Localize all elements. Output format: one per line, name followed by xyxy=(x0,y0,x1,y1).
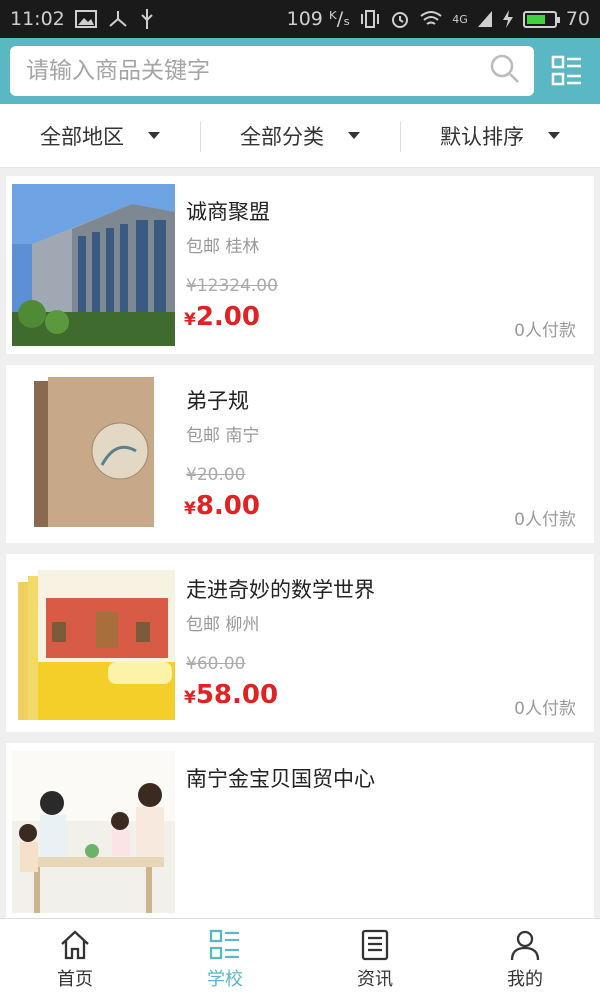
product-thumbnail[interactable] xyxy=(12,562,175,724)
user-icon xyxy=(510,930,540,961)
currency-symbol: ¥ xyxy=(184,499,196,519)
grid-list-icon xyxy=(551,55,581,86)
charging-icon xyxy=(502,9,514,29)
news-icon xyxy=(361,929,389,961)
paid-count: 0人付款 xyxy=(514,321,576,341)
original-price: ¥12324.00 xyxy=(186,276,278,296)
search-box[interactable] xyxy=(10,46,534,96)
bottom-tab-bar: 首页 学校 资讯 我的 xyxy=(0,918,600,1000)
caret-down-icon xyxy=(148,132,160,139)
tab-label: 首页 xyxy=(57,969,93,990)
product-price: ¥58.00 xyxy=(184,680,278,710)
signal-label: 4G xyxy=(452,12,468,26)
tab-news[interactable]: 资讯 xyxy=(300,919,450,1000)
share-icon xyxy=(107,9,129,29)
category-grid-button[interactable] xyxy=(548,52,586,90)
product-price: ¥8.00 xyxy=(184,491,260,521)
status-bar: 11:02 109 ᴷ/ₛ 4G 70 xyxy=(0,0,600,38)
product-thumbnail[interactable] xyxy=(12,751,175,913)
tab-label: 学校 xyxy=(207,969,243,990)
product-card[interactable]: 南宁金宝贝国贸中心 xyxy=(6,743,594,918)
product-card[interactable]: 弟子规 包邮 南宁 ¥20.00 ¥8.00 0人付款 xyxy=(6,365,594,543)
paid-count: 0人付款 xyxy=(514,510,576,530)
wifi-icon xyxy=(419,10,443,28)
currency-symbol: ¥ xyxy=(184,310,196,330)
tab-label: 我的 xyxy=(507,969,543,990)
book-cover-icon xyxy=(12,373,175,535)
price-value: 58.00 xyxy=(195,680,279,710)
filter-region[interactable]: 全部地区 xyxy=(0,104,200,167)
product-price: ¥2.00 xyxy=(184,302,260,332)
image-icon xyxy=(74,10,97,28)
usb-icon xyxy=(139,8,155,30)
battery-icon xyxy=(522,10,560,28)
tab-school[interactable]: 学校 xyxy=(150,919,300,1000)
price-value: 2.00 xyxy=(195,302,260,332)
caret-down-icon xyxy=(348,132,360,139)
filter-bar: 全部地区 全部分类 默认排序 xyxy=(0,104,600,168)
filter-label: 全部地区 xyxy=(40,124,124,149)
home-icon xyxy=(61,930,89,960)
filter-category[interactable]: 全部分类 xyxy=(200,104,400,167)
alarm-icon xyxy=(390,9,410,29)
currency-symbol: ¥ xyxy=(184,688,196,708)
book-set-icon xyxy=(12,562,175,724)
vibrate-icon xyxy=(359,9,381,29)
caret-down-icon xyxy=(548,132,560,139)
product-title: 弟子规 xyxy=(186,389,249,413)
filter-label: 默认排序 xyxy=(440,124,524,149)
product-card[interactable]: 走进奇妙的数学世界 包邮 柳州 ¥60.00 ¥58.00 0人付款 xyxy=(6,554,594,732)
product-card[interactable]: 诚商聚盟 包邮 桂林 ¥12324.00 ¥2.00 0人付款 xyxy=(6,176,594,354)
search-header xyxy=(0,38,600,104)
battery-percent: 70 xyxy=(565,8,590,30)
product-meta: 包邮 柳州 xyxy=(186,615,260,635)
family-photo-icon xyxy=(12,751,175,913)
status-time: 11:02 xyxy=(10,8,65,30)
product-thumbnail[interactable] xyxy=(12,184,175,346)
price-value: 8.00 xyxy=(195,491,260,521)
product-title: 诚商聚盟 xyxy=(186,200,270,224)
original-price: ¥60.00 xyxy=(186,654,246,674)
network-speed: 109 ᴷ/ₛ xyxy=(286,8,351,30)
search-icon[interactable] xyxy=(490,54,520,88)
tab-home[interactable]: 首页 xyxy=(0,919,150,1000)
filter-sort[interactable]: 默认排序 xyxy=(400,104,600,167)
search-input[interactable] xyxy=(26,58,490,84)
product-meta: 包邮 南宁 xyxy=(186,426,260,446)
original-price: ¥20.00 xyxy=(186,465,246,485)
grid-list-icon xyxy=(209,929,239,960)
tab-label: 资讯 xyxy=(357,969,393,990)
tab-mine[interactable]: 我的 xyxy=(450,919,600,1000)
product-title: 走进奇妙的数学世界 xyxy=(186,578,375,602)
signal-icon xyxy=(477,10,493,28)
filter-label: 全部分类 xyxy=(240,124,324,149)
paid-count: 0人付款 xyxy=(514,699,576,719)
product-meta: 包邮 桂林 xyxy=(186,237,260,257)
product-title: 南宁金宝贝国贸中心 xyxy=(186,767,375,791)
building-photo-icon xyxy=(12,184,175,346)
product-thumbnail[interactable] xyxy=(12,373,175,535)
